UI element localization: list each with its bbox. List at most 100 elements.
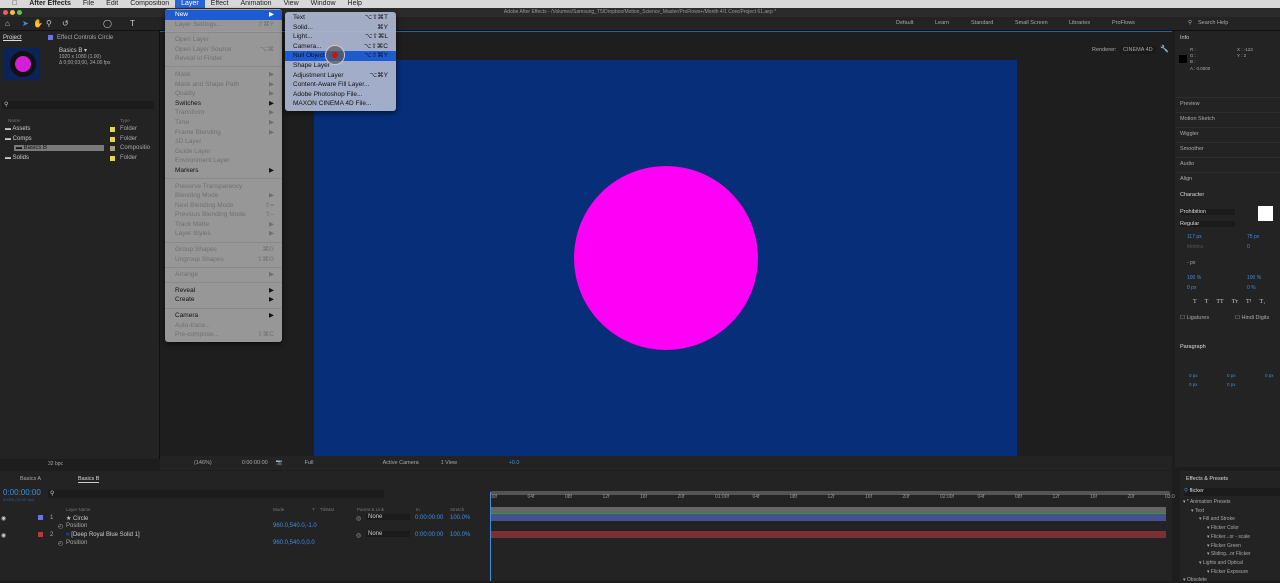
- new-menu-item-adjustment-layer[interactable]: Adjustment Layer ⌥⌘Y: [285, 71, 396, 81]
- timeline-layer-row[interactable]: ◉ 2 ■ [Deep Royal Blue Solid 1] ◎ None 0…: [0, 531, 488, 548]
- project-item-basics-b[interactable]: ▬ Basics B Compositio: [0, 144, 158, 153]
- layer-menu-item-mask-and-shape-path[interactable]: Mask and Shape Path ▶: [165, 80, 282, 90]
- hand-tool-icon[interactable]: ✋: [33, 19, 43, 28]
- playhead[interactable]: [490, 492, 491, 581]
- horizontal-scale-field[interactable]: 100 %: [1247, 275, 1261, 281]
- circle-shape-layer[interactable]: [574, 166, 758, 350]
- info-panel-title[interactable]: Info: [1180, 35, 1189, 41]
- layer-label-color[interactable]: [38, 515, 43, 520]
- vertical-scale-field[interactable]: 100 %: [1187, 275, 1201, 281]
- magnification-select[interactable]: (146%): [194, 460, 212, 466]
- layer-menu-item-reveal[interactable]: Reveal ▶: [165, 286, 282, 296]
- visibility-eye-icon[interactable]: ◉: [1, 532, 6, 539]
- layer-label-color[interactable]: [38, 532, 43, 537]
- workspace-learn[interactable]: Learn: [935, 20, 949, 26]
- current-time[interactable]: 0:00:00:00: [242, 460, 268, 466]
- new-menu-item-solid[interactable]: Solid... ⌘Y: [285, 23, 396, 33]
- effects-tree-item[interactable]: ▾ Sliding...or Flicker: [1207, 551, 1251, 557]
- effects-search-input[interactable]: ⚲ flicker: [1184, 488, 1280, 496]
- column-type[interactable]: Type: [120, 118, 130, 123]
- layer-menu-item-transform[interactable]: Transform ▶: [165, 108, 282, 118]
- tab-project[interactable]: Project: [3, 35, 22, 41]
- font-size-field[interactable]: 117 px: [1187, 234, 1202, 240]
- layer-menu-item-environment-layer[interactable]: Environment Layer: [165, 156, 282, 166]
- col-t[interactable]: T: [312, 507, 315, 512]
- apple-icon[interactable]: : [6, 0, 23, 8]
- effects-tree-item[interactable]: ▾ Flicker Exposure: [1207, 569, 1248, 575]
- indent-first-field[interactable]: 0 px: [1227, 373, 1236, 378]
- tracking-field[interactable]: 0: [1247, 244, 1250, 250]
- position-value[interactable]: 960.0,540.0,-1.0: [273, 523, 317, 529]
- workspace-small-screen[interactable]: Small Screen: [1015, 20, 1048, 26]
- layer-menu-item-next-blending-mode[interactable]: Next Blending Mode ⇧=: [165, 201, 282, 211]
- effects-tree-item[interactable]: ▾ Fill and Stroke: [1199, 516, 1235, 522]
- menu-effect[interactable]: Effect: [205, 0, 235, 8]
- timeline-layer-row[interactable]: ◉ 1 ★ Circle ◎ None 0:00:00:00 100.0% ◴ …: [0, 514, 488, 531]
- panel-smoother[interactable]: Smoother: [1180, 146, 1204, 152]
- layer-menu-item-previous-blending-mode[interactable]: Previous Blending Mode ⇧–: [165, 210, 282, 220]
- effects-tree-item[interactable]: ▾ Flicker Color: [1207, 525, 1239, 531]
- effects-tree-item[interactable]: ▾ * Animation Presets: [1183, 499, 1231, 505]
- layer-menu-item-reveal-in-finder[interactable]: Reveal in Finder: [165, 54, 282, 64]
- pickwhip-icon[interactable]: ◎: [356, 515, 361, 522]
- layer-name[interactable]: ★ Circle: [66, 515, 88, 522]
- menu-animation[interactable]: Animation: [234, 0, 277, 8]
- layer-menu-item-preserve-transparency[interactable]: Preserve Transparency: [165, 182, 282, 192]
- search-icon[interactable]: ⚲: [1188, 20, 1192, 26]
- exposure-value[interactable]: +0.0: [509, 460, 520, 466]
- layer-menu-item-group-shapes[interactable]: Group Shapes ⌘G: [165, 245, 282, 255]
- stroke-width-field[interactable]: - px: [1187, 260, 1195, 266]
- renderer-select[interactable]: CINEMA 4D: [1120, 46, 1156, 54]
- tsume-field[interactable]: 0 %: [1247, 285, 1256, 291]
- layer-menu-item-3d-layer[interactable]: 3D Layer: [165, 137, 282, 147]
- new-menu-item-light[interactable]: Light... ⌥⇧⌘L: [285, 32, 396, 42]
- tab-basics-b[interactable]: Basics B: [78, 476, 100, 483]
- kerning-field[interactable]: Metrics: [1187, 244, 1203, 250]
- layer-in-point[interactable]: 0:00:00:00: [415, 532, 443, 538]
- layer-menu-item-layer-styles[interactable]: Layer Styles ▶: [165, 229, 282, 239]
- layer-name[interactable]: ■ [Deep Royal Blue Solid 1]: [66, 532, 140, 538]
- pickwhip-icon[interactable]: ◎: [356, 532, 361, 539]
- effects-tree-item[interactable]: ▾ Flicker Green: [1207, 543, 1241, 549]
- effects-tree-item[interactable]: ▾ Flicker...or - scale: [1207, 534, 1250, 540]
- rotate-tool-icon[interactable]: ↺: [62, 19, 69, 28]
- ligatures-checkbox[interactable]: ☐ Ligatures: [1180, 315, 1209, 321]
- new-menu-item-adobe-photoshop-file[interactable]: Adobe Photoshop File...: [285, 90, 396, 100]
- col-mode[interactable]: Mode: [273, 507, 284, 512]
- indent-right-field[interactable]: 0 px: [1189, 382, 1198, 387]
- character-panel-title[interactable]: Character: [1180, 192, 1204, 198]
- home-icon[interactable]: ⌂: [5, 19, 10, 28]
- layer-menu-item-create[interactable]: Create ▶: [165, 295, 282, 305]
- col-trkmat[interactable]: TrkMat: [320, 507, 334, 512]
- menu-view[interactable]: View: [278, 0, 305, 8]
- font-style-select[interactable]: Regular: [1180, 221, 1235, 227]
- close-window-button[interactable]: [3, 10, 8, 15]
- leading-field[interactable]: 75 px: [1247, 234, 1259, 240]
- space-before-field[interactable]: 0 px: [1265, 373, 1274, 378]
- workspace-standard[interactable]: Standard: [971, 20, 993, 26]
- parent-select[interactable]: None: [366, 514, 410, 520]
- layer-menu-item-time[interactable]: Time ▶: [165, 118, 282, 128]
- faux-bold-button[interactable]: T: [1193, 299, 1197, 305]
- layer-stretch[interactable]: 100.0%: [450, 515, 470, 521]
- new-menu-item-content-aware-fill-layer[interactable]: Content-Aware Fill Layer...: [285, 80, 396, 90]
- col-stretch[interactable]: Stretch: [450, 507, 464, 512]
- layer-menu-item-open-layer[interactable]: Open Layer: [165, 35, 282, 45]
- layer-menu-item-open-layer-source[interactable]: Open Layer Source ⌥⌘: [165, 45, 282, 55]
- wrench-icon[interactable]: 🔧: [1160, 45, 1169, 53]
- tab-basics-a[interactable]: Basics A: [20, 476, 41, 482]
- panel-wiggler[interactable]: Wiggler: [1180, 131, 1199, 137]
- faux-italic-button[interactable]: T: [1205, 299, 1209, 305]
- workspace-libraries[interactable]: Libraries: [1069, 20, 1090, 26]
- col-layer-name[interactable]: Layer Name: [66, 507, 91, 512]
- bpc-label[interactable]: 32 bpc: [48, 461, 63, 467]
- hindi-digits-checkbox[interactable]: ☐ Hindi Digits: [1235, 315, 1269, 321]
- menu-composition[interactable]: Composition: [124, 0, 175, 8]
- effects-tree-item[interactable]: ▾ Lights and Optical: [1199, 560, 1243, 566]
- app-menu[interactable]: After Effects: [23, 0, 77, 8]
- layer-menu-item-arrange[interactable]: Arrange ▶: [165, 270, 282, 280]
- layer-in-point[interactable]: 0:00:00:00: [415, 515, 443, 521]
- type-tool-icon[interactable]: T: [130, 19, 135, 28]
- layer-menu-item-blending-mode[interactable]: Blending Mode ▶: [165, 191, 282, 201]
- zoom-tool-icon[interactable]: ⚲: [46, 19, 52, 28]
